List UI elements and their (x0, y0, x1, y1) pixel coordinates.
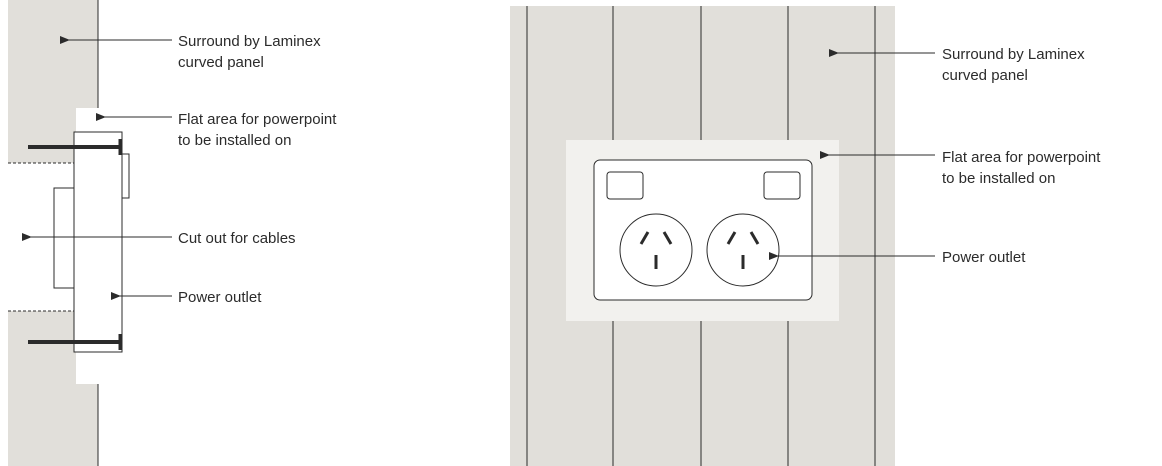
side-outlet-plate (73, 131, 123, 353)
right-switch (763, 171, 801, 200)
right-socket (706, 213, 780, 287)
front-label-surround: Surround by Laminex curved panel (942, 46, 1089, 84)
side-outlet-backbox (53, 187, 75, 289)
left-switch (606, 171, 644, 200)
front-view: Surround by Laminex curved panel Flat ar… (510, 6, 1105, 466)
installation-diagram: Surround by Laminex curved panel Flat ar… (8, 0, 1105, 466)
left-socket (619, 213, 693, 287)
side-view: Surround by Laminex curved panel Flat ar… (8, 0, 341, 466)
side-label-power-outlet: Power outlet (178, 289, 262, 306)
front-label-power-outlet: Power outlet (942, 249, 1026, 266)
side-outlet-switch (121, 153, 130, 199)
side-label-cut-out: Cut out for cables (178, 230, 296, 247)
side-label-surround: Surround by Laminex curved panel (178, 33, 325, 71)
front-label-flat-area: Flat area for powerpoint to be installed… (942, 149, 1105, 187)
side-label-flat-area: Flat area for powerpoint to be installed… (178, 111, 341, 149)
